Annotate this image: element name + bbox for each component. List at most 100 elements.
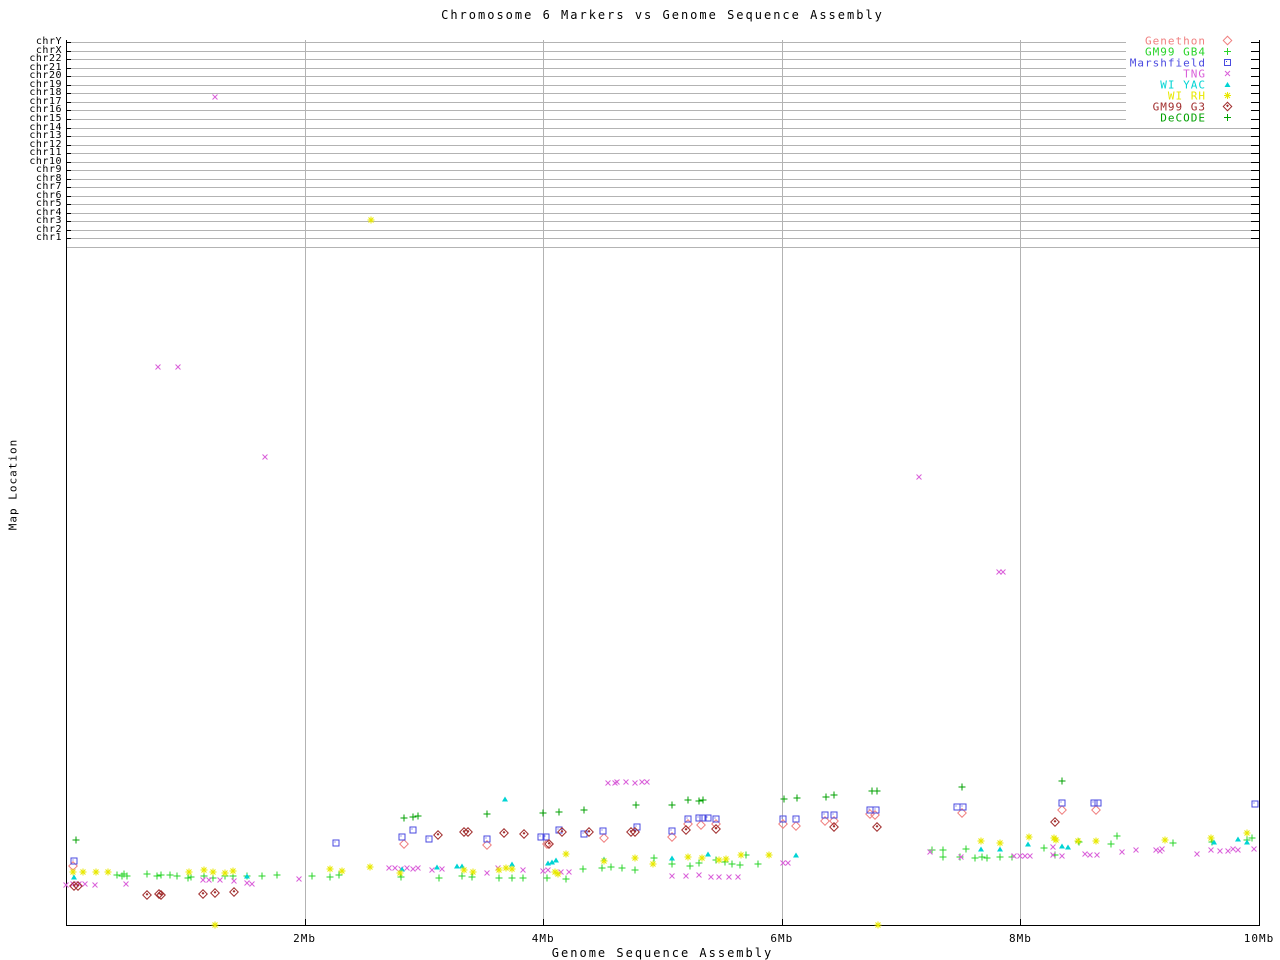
mb-gridline xyxy=(1020,40,1022,925)
tng-point xyxy=(714,872,724,882)
gm99-gb4-point xyxy=(258,872,266,880)
tng-point xyxy=(173,362,183,372)
wi-rh-point xyxy=(996,839,1004,847)
tng-point xyxy=(260,452,270,462)
chart-title: Chromosome 6 Markers vs Genome Sequence … xyxy=(441,8,884,22)
gm99-gb4-point xyxy=(728,860,736,868)
star-legend-icon xyxy=(1224,92,1231,99)
wi-rh-point xyxy=(229,867,237,875)
plus-legend-icon xyxy=(1224,48,1231,55)
decode-point xyxy=(699,796,707,804)
marshfield-point xyxy=(409,826,417,834)
genethon-point xyxy=(1090,805,1101,815)
right-tick xyxy=(1251,238,1259,240)
chromosome-gridline xyxy=(66,42,1259,44)
legend-marker-holder xyxy=(1224,114,1232,122)
wi-rh-point xyxy=(200,866,208,874)
marshfield-point xyxy=(959,803,967,811)
decode-point xyxy=(668,801,676,809)
genethon-point xyxy=(1057,805,1068,815)
chromosome-gridline xyxy=(66,144,1259,146)
wi-yac-point xyxy=(244,873,251,879)
right-tick xyxy=(1251,76,1259,78)
right-tick xyxy=(1251,42,1259,44)
chromosome-gridline xyxy=(66,204,1259,206)
chromosome-gridline xyxy=(66,50,1259,52)
right-tick xyxy=(1251,161,1259,163)
chromosome-gridline xyxy=(66,178,1259,180)
gm99-g3-point xyxy=(229,887,240,897)
genethon-point xyxy=(599,833,609,843)
wi-rh-point xyxy=(460,866,468,874)
tng-point xyxy=(1192,849,1202,859)
marshfield-point xyxy=(830,811,838,819)
wi-rh-point xyxy=(221,869,229,877)
wi-rh-point xyxy=(495,866,503,874)
y-axis-line xyxy=(66,40,67,925)
tng-point xyxy=(121,879,131,889)
tng-point xyxy=(621,777,631,787)
x-tick-label: 4Mb xyxy=(531,932,555,945)
wi-rh-point xyxy=(69,868,77,876)
gm99-g3-point xyxy=(433,830,444,840)
gm99-gb4-point xyxy=(631,866,639,874)
x-axis-line xyxy=(66,925,1260,926)
right-tick xyxy=(1251,212,1259,214)
wi-rh-point xyxy=(977,837,985,845)
gm99-gb4-point xyxy=(166,871,174,879)
chromosome-gridline xyxy=(66,229,1259,231)
right-axis-line xyxy=(1259,40,1260,925)
wi-rh-point xyxy=(185,868,193,876)
marshfield-point xyxy=(1058,799,1066,807)
decode-point xyxy=(793,794,801,802)
gm99-g3-point xyxy=(872,822,883,832)
chromosome-gridline xyxy=(66,76,1259,78)
mb-gridline xyxy=(781,40,783,925)
gm99-g3-point xyxy=(142,890,153,900)
right-tick xyxy=(1251,187,1259,189)
marshfield-point xyxy=(779,815,787,823)
wi-rh-point xyxy=(366,863,374,871)
right-tick xyxy=(1251,195,1259,197)
tng-point xyxy=(914,472,924,482)
x-tick-label: 10Mb xyxy=(1243,932,1275,945)
gm99-gb4-point xyxy=(543,874,551,882)
wi-rh-point xyxy=(1025,833,1033,841)
wi-rh-point xyxy=(209,868,217,876)
wi-rh-point xyxy=(1243,829,1251,837)
gm99-g3-point xyxy=(829,822,840,832)
gm99-gb4-point xyxy=(308,872,316,880)
gm99-g3-point xyxy=(519,829,530,839)
wi-yac-point xyxy=(1024,841,1031,847)
wi-rh-point xyxy=(649,860,657,868)
gm99-gb4-point xyxy=(579,865,587,873)
tng-point xyxy=(294,874,304,884)
tng-point xyxy=(1117,847,1127,857)
wi-rh-point xyxy=(874,921,882,929)
tng-point xyxy=(681,871,691,881)
wi-yac-point xyxy=(978,846,985,852)
wi-rh-point xyxy=(562,850,570,858)
legend-marker-holder xyxy=(1224,59,1232,67)
wi-rh-point xyxy=(326,865,334,873)
gm99-gb4-point xyxy=(736,861,744,869)
gm99-gb4-point xyxy=(668,860,676,868)
marshfield-point xyxy=(1251,800,1259,808)
gm99-gb4-point xyxy=(1113,832,1121,840)
chromosome-gridline xyxy=(66,212,1259,214)
marshfield-point xyxy=(398,833,406,841)
tng-point xyxy=(153,362,163,372)
wi-rh-point xyxy=(765,851,773,859)
wi-yac-point xyxy=(1234,836,1241,842)
y-axis-label: Map Location xyxy=(6,438,20,531)
chromosome-gridline xyxy=(66,153,1259,155)
right-tick xyxy=(1251,178,1259,180)
tng-point xyxy=(1249,844,1259,854)
band-boundary-line xyxy=(66,246,1259,248)
marshfield-point xyxy=(599,827,607,835)
decode-point xyxy=(414,812,422,820)
x-tick-label: 6Mb xyxy=(770,932,794,945)
decode-point xyxy=(72,836,80,844)
wi-rh-point xyxy=(600,857,608,865)
genethon-point xyxy=(398,839,409,849)
